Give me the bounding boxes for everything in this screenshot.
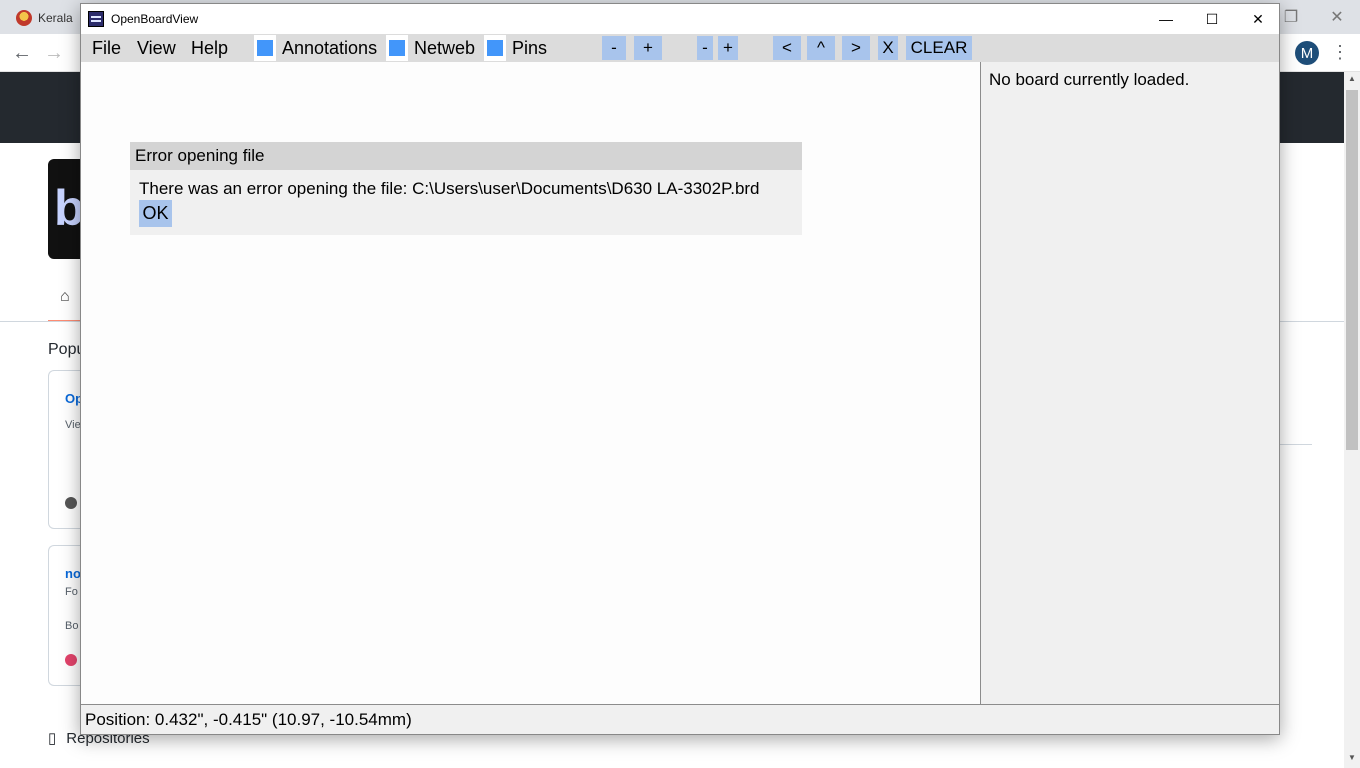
step-up-button[interactable]: + [718, 36, 738, 60]
window-titlebar[interactable]: OpenBoardView — ☐ ✕ [81, 4, 1279, 34]
zoom-in-button[interactable]: + [634, 36, 662, 60]
cursor-position-readout: Position: 0.432", -0.415" (10.97, -10.54… [85, 710, 412, 729]
repo-card-title[interactable]: no [65, 566, 81, 581]
divider [1280, 444, 1312, 445]
menu-view[interactable]: View [137, 34, 176, 62]
checkbox-checked-icon[interactable] [484, 35, 506, 61]
language-dot-icon [65, 497, 77, 509]
side-panel: No board currently loaded. [980, 62, 1279, 704]
checkbox-label: Netweb [414, 37, 476, 58]
error-dialog-title[interactable]: Error opening file [130, 142, 802, 170]
scrollbar-thumb[interactable] [1346, 90, 1358, 450]
close-search-button[interactable]: X [878, 36, 898, 60]
maximize-icon[interactable]: ☐ [1189, 4, 1235, 34]
checkbox-label: Annotations [282, 37, 378, 58]
menu-file[interactable]: File [92, 34, 121, 62]
forward-arrow-icon[interactable]: → [42, 42, 66, 64]
no-board-message: No board currently loaded. [989, 70, 1190, 89]
repo-card-description: Bo [65, 620, 79, 632]
next-button[interactable]: > [842, 36, 870, 60]
home-tab-icon[interactable]: ⌂ [48, 286, 84, 322]
browser-tab-title: Kerala [38, 11, 73, 25]
browser-close-icon[interactable]: ✕ [1314, 0, 1360, 34]
previous-button[interactable]: < [773, 36, 801, 60]
repo-logo: b [48, 159, 84, 259]
app-icon [88, 11, 104, 27]
zoom-out-button[interactable]: - [602, 36, 626, 60]
pins-checkbox[interactable]: Pins [484, 34, 547, 62]
repo-icon: ▯ [48, 730, 57, 747]
netweb-checkbox[interactable]: Netweb [386, 34, 475, 62]
minimize-icon[interactable]: — [1143, 4, 1189, 34]
browser-menu-icon[interactable]: ⋮ [1331, 40, 1349, 64]
repo-card-description: Fo [65, 586, 78, 598]
repo-card-description: Vie [65, 419, 81, 431]
scroll-up-icon[interactable]: ▲ [1344, 72, 1360, 86]
step-down-button[interactable]: - [697, 36, 713, 60]
up-button[interactable]: ^ [807, 36, 835, 60]
language-dot-icon [65, 654, 77, 666]
menu-help[interactable]: Help [191, 34, 228, 62]
annotations-checkbox[interactable]: Annotations [254, 34, 377, 62]
openboardview-window: OpenBoardView — ☐ ✕ File View Help Annot… [80, 3, 1280, 735]
ok-button[interactable]: OK [139, 200, 172, 227]
window-title: OpenBoardView [111, 12, 199, 26]
error-dialog: Error opening file There was an error op… [130, 142, 802, 235]
status-bar: Position: 0.432", -0.415" (10.97, -10.54… [81, 704, 1279, 734]
checkbox-label: Pins [512, 37, 548, 58]
site-favicon-icon [16, 10, 32, 26]
checkbox-checked-icon[interactable] [386, 35, 408, 61]
profile-avatar[interactable]: M [1295, 41, 1319, 65]
checkbox-checked-icon[interactable] [254, 35, 276, 61]
scroll-down-icon[interactable]: ▼ [1344, 751, 1360, 765]
back-arrow-icon[interactable]: ← [10, 42, 34, 64]
browser-tab[interactable]: Kerala [8, 4, 82, 32]
board-canvas[interactable]: Error opening file There was an error op… [81, 62, 980, 704]
clear-button[interactable]: CLEAR [906, 36, 972, 60]
close-icon[interactable]: ✕ [1235, 4, 1281, 34]
error-dialog-message: There was an error opening the file: C:\… [139, 179, 760, 198]
menu-bar: File View Help Annotations Netweb Pins -… [81, 34, 1279, 62]
